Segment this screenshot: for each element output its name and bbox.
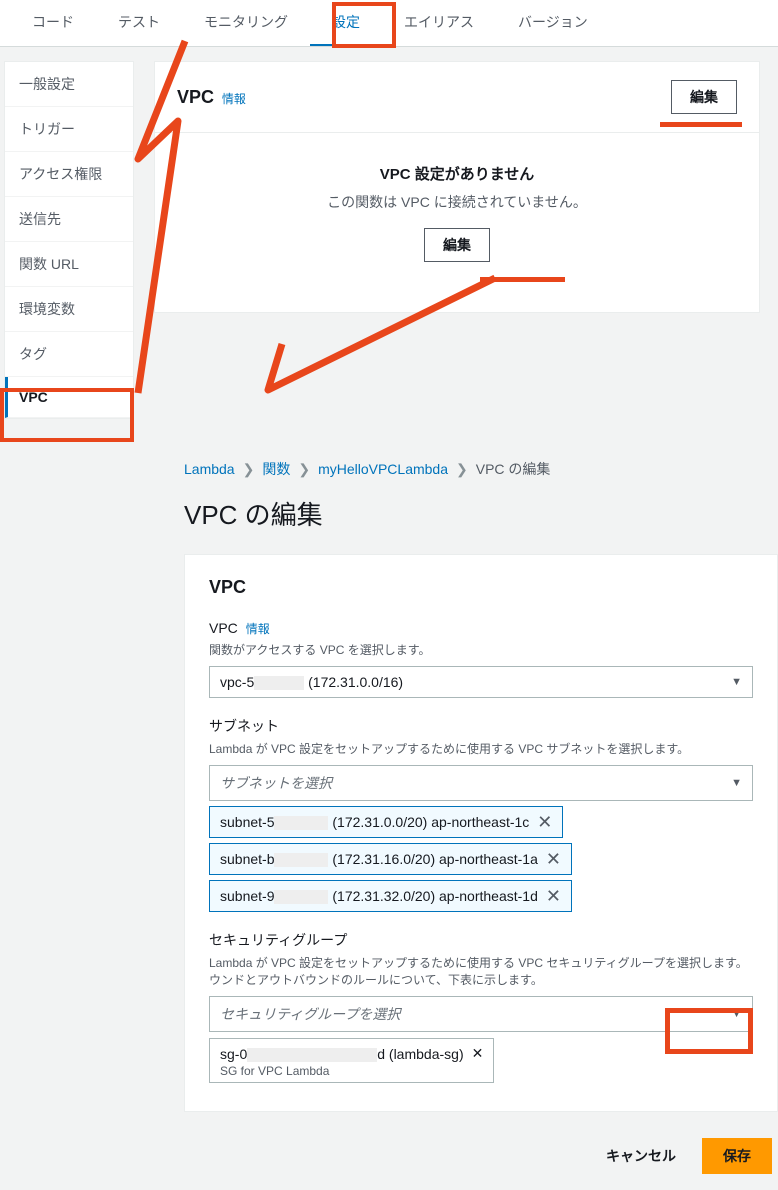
form-footer: キャンセル 保存 [184, 1122, 778, 1190]
tab-code[interactable]: コード [10, 0, 96, 46]
chevron-right-icon: ❯ [456, 461, 468, 478]
sg-select-placeholder: セキュリティグループを選択 [220, 1004, 400, 1024]
sg-select[interactable]: セキュリティグループを選択 ▼ [209, 996, 753, 1032]
settings-sidebar: 一般設定 トリガー アクセス権限 送信先 関数 URL 環境変数 タグ VPC [4, 61, 134, 419]
vpc-field-info-link[interactable]: 情報 [246, 622, 270, 636]
tab-test[interactable]: テスト [96, 0, 182, 46]
sidebar-item-permissions[interactable]: アクセス権限 [5, 152, 133, 197]
subnet-chip-suffix: (172.31.32.0/20) ap-northeast-1d [328, 888, 537, 904]
subnet-field-desc: Lambda が VPC 設定をセットアップするために使用する VPC サブネッ… [209, 740, 753, 757]
sg-chip: sg-0 d (lambda-sg) ✕ SG for VPC Lambda [209, 1038, 494, 1083]
sidebar-item-triggers[interactable]: トリガー [5, 107, 133, 152]
save-button[interactable]: 保存 [702, 1138, 772, 1174]
redacted [274, 816, 328, 830]
subnet-chip: subnet-9 (172.31.32.0/20) ap-northeast-1… [209, 880, 572, 912]
remove-icon[interactable]: ✕ [546, 887, 561, 905]
chevron-down-icon: ▼ [731, 676, 742, 688]
redacted [247, 1048, 377, 1062]
vpc-field-desc: 関数がアクセスする VPC を選択します。 [209, 641, 753, 658]
form-panel-title: VPC [209, 577, 753, 598]
tab-settings[interactable]: 設定 [310, 0, 382, 46]
breadcrumb-functions[interactable]: 関数 [262, 459, 290, 479]
subnet-chip-prefix: subnet-9 [220, 888, 274, 904]
subnet-chip-prefix: subnet-b [220, 851, 274, 867]
vpc-panel-title: VPC [177, 87, 214, 107]
vpc-empty-desc: この関数は VPC に接続されていません。 [175, 192, 739, 212]
subnet-chip-suffix: (172.31.16.0/20) ap-northeast-1a [328, 851, 537, 867]
sidebar-item-destinations[interactable]: 送信先 [5, 197, 133, 242]
chevron-right-icon: ❯ [243, 461, 255, 478]
remove-icon[interactable]: ✕ [537, 813, 552, 831]
subnet-select[interactable]: サブネットを選択 ▼ [209, 765, 753, 801]
breadcrumb-current: VPC の編集 [476, 459, 551, 479]
remove-icon[interactable]: ✕ [546, 850, 561, 868]
sg-chip-prefix: sg-0 [220, 1046, 247, 1062]
chevron-down-icon: ▼ [731, 1008, 742, 1020]
chevron-down-icon: ▼ [731, 777, 742, 789]
redacted [274, 890, 328, 904]
vpc-info-link[interactable]: 情報 [222, 92, 246, 106]
tab-version[interactable]: バージョン [496, 0, 610, 46]
subnet-select-placeholder: サブネットを選択 [220, 773, 332, 793]
vpc-select[interactable]: vpc-5 (172.31.0.0/16) ▼ [209, 666, 753, 698]
subnet-field-label: サブネット [209, 716, 753, 736]
sidebar-item-general[interactable]: 一般設定 [5, 62, 133, 107]
tab-alias[interactable]: エイリアス [382, 0, 496, 46]
vpc-empty-title: VPC 設定がありません [175, 163, 739, 184]
tab-monitoring[interactable]: モニタリング [182, 0, 310, 46]
vpc-select-value-prefix: vpc-5 [220, 674, 254, 690]
vpc-edit-form: VPC VPC 情報 関数がアクセスする VPC を選択します。 vpc-5 (… [184, 554, 778, 1112]
sg-chip-suffix: d (lambda-sg) [377, 1046, 463, 1062]
page-title: VPC の編集 [184, 495, 778, 532]
redacted [274, 853, 328, 867]
subnet-chip-prefix: subnet-5 [220, 814, 274, 830]
redacted [254, 676, 304, 690]
sg-field-label: セキュリティグループ [209, 930, 753, 950]
sidebar-item-env-vars[interactable]: 環境変数 [5, 287, 133, 332]
remove-icon[interactable]: ✕ [472, 1045, 484, 1062]
edit-button-top[interactable]: 編集 [671, 80, 737, 114]
chevron-right-icon: ❯ [298, 461, 310, 478]
vpc-panel: VPC 情報 編集 VPC 設定がありません この関数は VPC に接続されてい… [154, 61, 760, 313]
vpc-field-label: VPC [209, 620, 238, 636]
sidebar-item-tags[interactable]: タグ [5, 332, 133, 377]
main-tabs: コード テスト モニタリング 設定 エイリアス バージョン [0, 0, 778, 47]
subnet-chip-suffix: (172.31.0.0/20) ap-northeast-1c [328, 814, 529, 830]
edit-button-center[interactable]: 編集 [424, 228, 490, 262]
sidebar-item-function-url[interactable]: 関数 URL [5, 242, 133, 287]
sg-field-desc: Lambda が VPC 設定をセットアップするために使用する VPC セキュリ… [209, 954, 753, 988]
breadcrumb: Lambda ❯ 関数 ❯ myHelloVPCLambda ❯ VPC の編集 [184, 439, 778, 489]
vpc-select-value-suffix: (172.31.0.0/16) [304, 674, 403, 690]
subnet-chip: subnet-5 (172.31.0.0/20) ap-northeast-1c… [209, 806, 563, 838]
sg-chip-desc: SG for VPC Lambda [220, 1064, 483, 1078]
subnet-chip: subnet-b (172.31.16.0/20) ap-northeast-1… [209, 843, 572, 875]
breadcrumb-lambda[interactable]: Lambda [184, 461, 235, 477]
cancel-button[interactable]: キャンセル [590, 1138, 692, 1174]
sidebar-item-vpc[interactable]: VPC [5, 377, 133, 418]
breadcrumb-function-name[interactable]: myHelloVPCLambda [318, 461, 448, 477]
